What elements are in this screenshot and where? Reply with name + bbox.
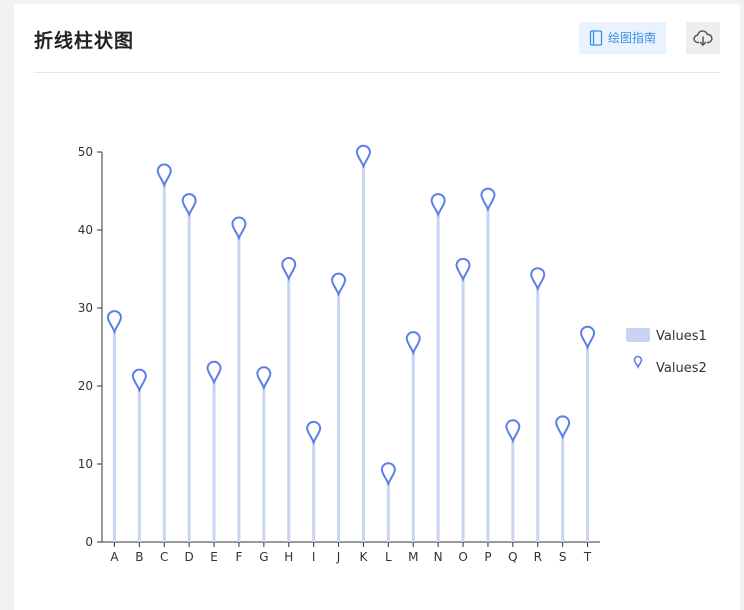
bar xyxy=(337,286,341,542)
x-tick-label: T xyxy=(583,550,592,564)
pin-marker xyxy=(430,193,446,218)
bar xyxy=(162,176,166,542)
y-tick-label: 30 xyxy=(78,301,93,315)
legend-swatch-values2 xyxy=(633,355,643,370)
pin-marker xyxy=(106,310,122,335)
x-tick-label: B xyxy=(135,550,143,564)
y-axis: 0 10 20 30 40 50 xyxy=(78,145,103,549)
pin-marker xyxy=(156,163,172,188)
x-tick-label: S xyxy=(559,550,567,564)
bar xyxy=(262,379,266,542)
pin-marker xyxy=(580,325,596,350)
x-tick-label: C xyxy=(160,550,168,564)
pin-marker xyxy=(306,420,322,446)
x-tick-label: I xyxy=(312,550,316,564)
bar xyxy=(461,271,465,542)
y-tick-label: 20 xyxy=(78,379,93,393)
bar xyxy=(237,230,241,542)
pin-marker xyxy=(181,193,197,218)
pin-marker xyxy=(331,272,347,297)
x-tick-label: J xyxy=(336,550,341,564)
pin-marker xyxy=(256,366,272,391)
bar xyxy=(536,280,540,542)
pin-marker xyxy=(530,267,546,292)
bar xyxy=(137,382,141,542)
x-tick-label: A xyxy=(110,550,119,564)
x-tick-label: E xyxy=(210,550,218,564)
bar xyxy=(112,323,116,542)
pin-marker xyxy=(206,360,222,386)
y-tick-label: 40 xyxy=(78,223,93,237)
y-tick-label: 10 xyxy=(78,457,93,471)
x-tick-label: Q xyxy=(508,550,517,564)
pin-marker xyxy=(131,368,147,393)
x-tick-label: P xyxy=(484,550,491,564)
x-tick-label: D xyxy=(185,550,194,564)
pin-marker xyxy=(480,187,496,212)
bar xyxy=(312,434,316,542)
x-tick-label: G xyxy=(259,550,268,564)
pin-marker xyxy=(455,257,471,283)
legend: Values1 Values2 xyxy=(626,328,707,376)
x-tick-label: F xyxy=(235,550,242,564)
bar xyxy=(287,270,291,542)
x-tick-label: N xyxy=(434,550,443,564)
lollipop-chart: 0 10 20 30 40 50 A B C D E F G H I J K L M N O P Q R S T Values1… xyxy=(78,144,707,564)
x-tick-label: M xyxy=(408,550,418,564)
pin-marker xyxy=(380,462,396,487)
pin-marker xyxy=(355,144,371,169)
bar-series xyxy=(112,158,590,543)
bar xyxy=(586,339,590,542)
pin-marker xyxy=(231,216,247,241)
x-tick-label: K xyxy=(360,550,369,564)
y-tick-label: 50 xyxy=(78,145,93,159)
pin-marker xyxy=(281,257,297,282)
pin-marker xyxy=(555,415,571,440)
bar xyxy=(486,201,490,542)
x-axis: A B C D E F G H I J K L M N O P Q R S T xyxy=(102,541,600,564)
bar xyxy=(361,158,365,543)
x-tick-label: O xyxy=(458,550,467,564)
bar xyxy=(561,428,565,542)
pin-series xyxy=(106,144,596,487)
legend-label-values1: Values1 xyxy=(656,329,707,344)
bar xyxy=(436,206,440,542)
bar xyxy=(212,374,216,542)
bar xyxy=(411,344,415,542)
legend-swatch-values1 xyxy=(626,328,650,342)
bar xyxy=(511,432,515,542)
pin-marker xyxy=(505,419,521,444)
x-tick-label: H xyxy=(284,550,293,564)
legend-label-values2: Values2 xyxy=(656,361,707,376)
y-tick-label: 0 xyxy=(85,535,93,549)
x-tick-label: R xyxy=(534,550,542,564)
pin-marker xyxy=(405,331,421,356)
bar xyxy=(187,206,191,542)
x-tick-label: L xyxy=(385,550,392,564)
